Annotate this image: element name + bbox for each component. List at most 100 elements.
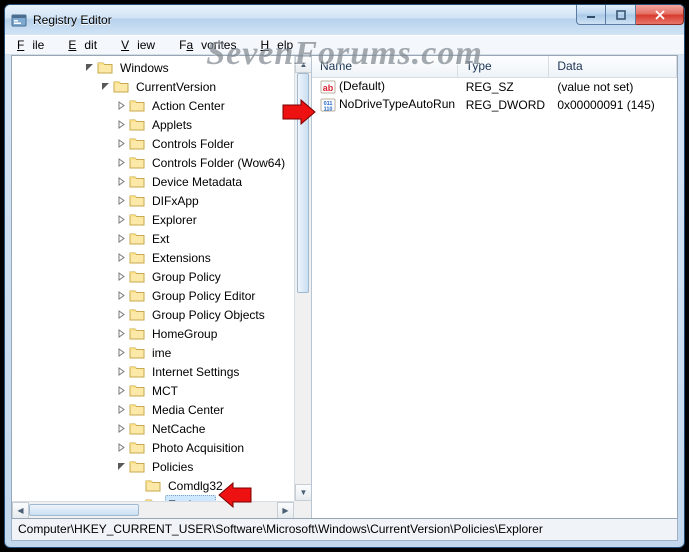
value-type: REG_SZ: [458, 80, 550, 94]
registry-editor-window: Registry Editor File Edit View Favorites…: [4, 4, 685, 548]
tree-toggle-icon[interactable]: [114, 137, 128, 151]
scroll-up-button[interactable]: ▲: [295, 56, 311, 73]
minimize-icon: [586, 10, 596, 20]
tree-item[interactable]: Ext: [12, 229, 294, 248]
menu-favorites[interactable]: Favorites: [171, 36, 252, 54]
tree-item[interactable]: ime: [12, 343, 294, 362]
tree-item[interactable]: Media Center: [12, 400, 294, 419]
tree-item[interactable]: Action Center: [12, 96, 294, 115]
column-header-data[interactable]: Data: [549, 56, 677, 77]
tree-toggle-icon[interactable]: [114, 251, 128, 265]
tree-toggle-icon[interactable]: [114, 384, 128, 398]
tree-toggle-icon[interactable]: [114, 289, 128, 303]
tree-toggle-icon[interactable]: [114, 156, 128, 170]
tree-item-label: Photo Acquisition: [149, 438, 247, 458]
minimize-button[interactable]: [576, 5, 606, 25]
tree-toggle-icon[interactable]: [114, 365, 128, 379]
tree-toggle-icon[interactable]: [114, 327, 128, 341]
tree-toggle-icon[interactable]: [114, 270, 128, 284]
tree-toggle-icon[interactable]: [114, 213, 128, 227]
tree-toggle-icon[interactable]: [114, 403, 128, 417]
tree-item[interactable]: Group Policy: [12, 267, 294, 286]
titlebar[interactable]: Registry Editor: [5, 5, 684, 35]
tree-item-label: CurrentVersion: [133, 77, 219, 97]
tree-toggle-icon[interactable]: [98, 80, 112, 94]
tree-item[interactable]: MCT: [12, 381, 294, 400]
tree-item-label: Applets: [149, 115, 195, 135]
value-name: (Default): [339, 79, 385, 93]
tree-item-label: Action Center: [149, 96, 228, 116]
close-button[interactable]: [636, 5, 684, 25]
vertical-scroll-thumb[interactable]: [297, 73, 309, 293]
registry-tree[interactable]: WindowsCurrentVersionAction CenterApplet…: [12, 56, 294, 501]
horizontal-scroll-thumb[interactable]: [29, 504, 139, 516]
menu-view[interactable]: View: [113, 36, 171, 54]
tree-item[interactable]: Group Policy Objects: [12, 305, 294, 324]
values-pane: Name Type Data ab (Default) REG_SZ(value n…: [312, 56, 677, 518]
value-row[interactable]: 011110NoDriveTypeAutoRunREG_DWORD0x00000…: [312, 96, 677, 114]
scroll-down-button[interactable]: ▼: [295, 484, 311, 501]
tree-item-label: Group Policy: [149, 267, 224, 287]
menu-file[interactable]: File: [9, 36, 60, 54]
tree-toggle-icon[interactable]: [114, 232, 128, 246]
tree-item[interactable]: Extensions: [12, 248, 294, 267]
maximize-button[interactable]: [606, 5, 636, 25]
scroll-left-button[interactable]: ◀: [12, 502, 29, 518]
tree-vertical-scrollbar[interactable]: ▲ ▼: [294, 56, 311, 501]
tree-item[interactable]: Applets: [12, 115, 294, 134]
tree-item[interactable]: NetCache: [12, 419, 294, 438]
value-type-icon: ab: [320, 79, 339, 93]
tree-toggle-icon[interactable]: [82, 61, 96, 75]
tree-item[interactable]: Device Metadata: [12, 172, 294, 191]
tree-toggle-icon[interactable]: [114, 308, 128, 322]
client-area: WindowsCurrentVersionAction CenterApplet…: [11, 55, 678, 519]
values-list[interactable]: ab(Default)REG_SZ(value not set)011110No…: [312, 78, 677, 518]
tree-item-label: MCT: [149, 381, 181, 401]
column-header-type[interactable]: Type: [458, 56, 550, 77]
value-type: REG_DWORD: [458, 98, 550, 112]
value-data: (value not set): [549, 80, 677, 94]
close-icon: [654, 10, 666, 20]
tree-item[interactable]: Photo Acquisition: [12, 438, 294, 457]
tree-toggle-icon[interactable]: [114, 422, 128, 436]
tree-toggle-icon[interactable]: [114, 175, 128, 189]
svg-text:110: 110: [324, 107, 333, 113]
tree-item-label: Policies: [149, 457, 196, 477]
tree-toggle-icon[interactable]: [114, 441, 128, 455]
column-header-name[interactable]: Name: [312, 56, 458, 77]
tree-item[interactable]: Windows: [12, 58, 294, 77]
tree-toggle-icon[interactable]: [114, 460, 128, 474]
tree-item-label: NetCache: [149, 419, 208, 439]
tree-item-label: Comdlg32: [165, 476, 226, 496]
tree-horizontal-scrollbar[interactable]: ◀ ▶: [12, 501, 294, 518]
maximize-icon: [616, 10, 626, 20]
tree-item[interactable]: CurrentVersion: [12, 77, 294, 96]
tree-item[interactable]: Policies: [12, 457, 294, 476]
tree-toggle-icon[interactable]: [114, 118, 128, 132]
regedit-app-icon: [11, 12, 27, 28]
tree-item-label: Group Policy Editor: [149, 286, 258, 306]
tree-toggle-icon[interactable]: [114, 99, 128, 113]
scroll-right-button[interactable]: ▶: [277, 502, 294, 518]
tree-item[interactable]: Controls Folder: [12, 134, 294, 153]
tree-item[interactable]: Controls Folder (Wow64): [12, 153, 294, 172]
statusbar-path: Computer\HKEY_CURRENT_USER\Software\Micr…: [18, 522, 543, 536]
value-name: NoDriveTypeAutoRun: [339, 97, 455, 111]
tree-toggle-icon[interactable]: [114, 194, 128, 208]
menu-edit[interactable]: Edit: [60, 36, 113, 54]
menu-help[interactable]: Help: [252, 36, 309, 54]
menubar: File Edit View Favorites Help: [5, 35, 684, 55]
scrollbar-corner: [294, 501, 311, 518]
tree-toggle-icon[interactable]: [114, 346, 128, 360]
tree-item[interactable]: Group Policy Editor: [12, 286, 294, 305]
tree-item-label: HomeGroup: [149, 324, 220, 344]
tree-item[interactable]: Explorer: [12, 210, 294, 229]
tree-item[interactable]: HomeGroup: [12, 324, 294, 343]
svg-text:ab: ab: [323, 83, 334, 93]
tree-pane: WindowsCurrentVersionAction CenterApplet…: [12, 56, 312, 518]
value-row[interactable]: ab (Default) REG_SZ(value not set): [312, 78, 677, 96]
tree-item[interactable]: DIFxApp: [12, 191, 294, 210]
tree-item[interactable]: Internet Settings: [12, 362, 294, 381]
tree-item[interactable]: Comdlg32: [12, 476, 294, 495]
tree-item-label: Controls Folder (Wow64): [149, 153, 288, 173]
